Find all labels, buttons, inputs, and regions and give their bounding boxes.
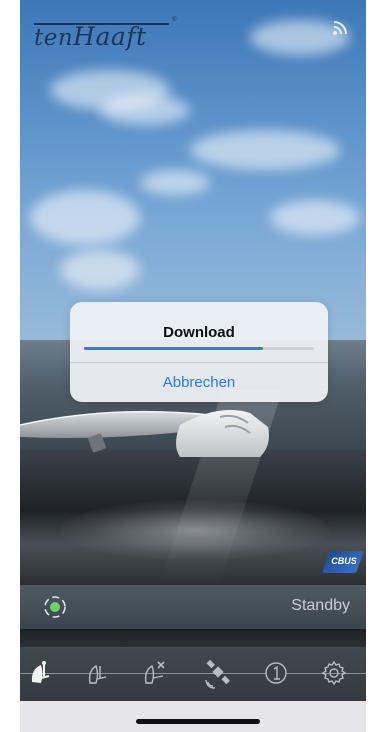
home-indicator-area <box>20 701 366 732</box>
status-bar: Standby <box>20 585 366 629</box>
cancel-button[interactable]: Abbrechen <box>70 363 328 402</box>
registered-mark-icon: ® <box>172 17 177 23</box>
status-text: Standby <box>291 597 350 614</box>
cbus-badge-label: CBUS <box>331 556 357 566</box>
logo-text: tenHaaft <box>34 22 147 51</box>
gear-icon <box>321 660 347 686</box>
logo-text-small: ten <box>34 25 74 51</box>
settings-button[interactable] <box>316 655 352 691</box>
antenna-up-button[interactable] <box>26 655 62 691</box>
antenna-cancel-button[interactable] <box>137 655 173 691</box>
brand-logo: tenHaaft ® <box>34 14 184 54</box>
info-one-button[interactable] <box>258 655 294 691</box>
logo-text-large: Haaft <box>73 22 147 51</box>
info-one-icon <box>265 662 287 684</box>
download-progress-fill <box>84 347 264 350</box>
toolbar-line <box>20 673 366 674</box>
download-dialog: Download Abbrechen <box>70 302 328 402</box>
satellite-icon <box>205 659 230 689</box>
antenna-down-icon <box>88 664 107 684</box>
antenna-down-button[interactable] <box>80 655 116 691</box>
bottom-toolbar <box>20 647 366 701</box>
antenna-up-icon <box>31 661 50 683</box>
satellite-antenna-illustration <box>20 409 269 457</box>
status-indicator-icon <box>42 594 68 620</box>
connection-signal-icon[interactable] <box>332 18 350 36</box>
dialog-title: Download <box>163 324 235 341</box>
antenna-cancel-icon <box>144 661 165 684</box>
home-indicator[interactable] <box>136 719 260 724</box>
download-progress-bar <box>84 347 314 350</box>
satellite-search-button[interactable] <box>200 655 236 691</box>
status-gap <box>20 629 366 647</box>
app-screen: tenHaaft ® Download Abbrechen CBUS Stand… <box>20 0 366 732</box>
